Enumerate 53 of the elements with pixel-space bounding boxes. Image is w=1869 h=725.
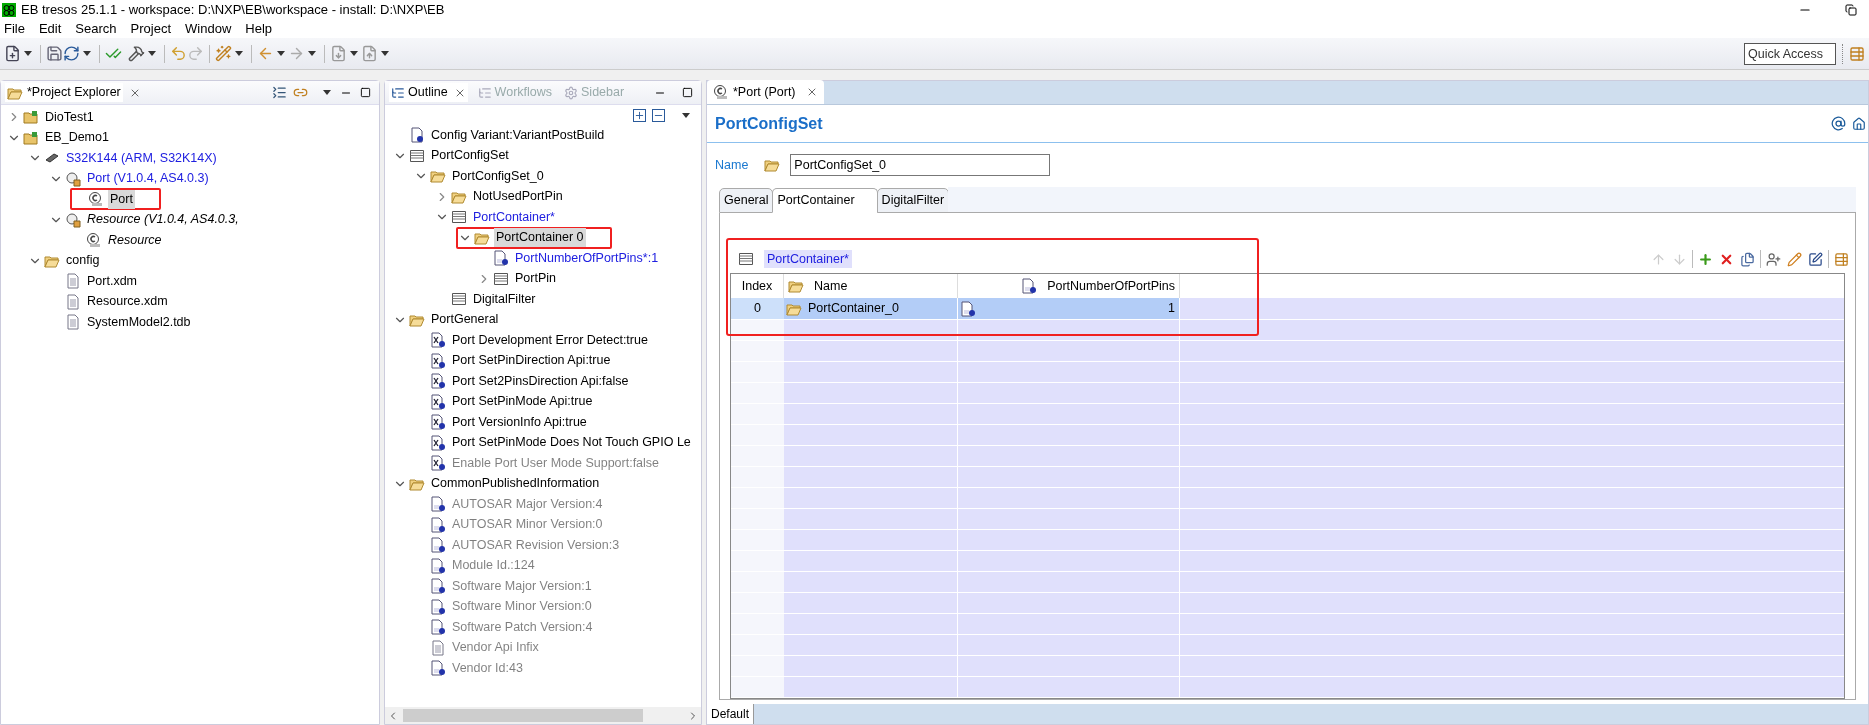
tree-item[interactable]: Port (V1.0.4, AS4.0.3) xyxy=(85,169,211,189)
tree-item[interactable]: Port SetPinDirection Api:true xyxy=(450,351,613,371)
table-cell-text: 1 xyxy=(1168,300,1176,318)
tree-item[interactable]: DioTest1 xyxy=(43,107,96,127)
section-heading: PortConfigSet xyxy=(715,113,823,134)
tree-item[interactable]: Port VersionInfo Api:true xyxy=(450,412,589,432)
tree-item[interactable]: PortConfigSet_0 xyxy=(450,166,546,186)
tree-item[interactable]: Port SetPinMode Api:true xyxy=(450,392,595,412)
table-row[interactable]: 0 PortContainer_0 1 xyxy=(731,298,1844,319)
tree-item[interactable]: Port Set2PinsDirection Api:false xyxy=(450,371,631,391)
tree-item[interactable]: PortContainer 0 xyxy=(494,228,586,248)
quick-access-field[interactable]: Quick Access xyxy=(1744,42,1836,65)
tree-item[interactable]: NotUsedPortPin xyxy=(471,187,565,207)
menu-item[interactable]: Search xyxy=(75,19,117,39)
tree-item[interactable]: PortPin xyxy=(513,269,558,289)
tree-item[interactable]: Config Variant:VariantPostBuild xyxy=(429,125,607,145)
tree-item[interactable]: config xyxy=(64,251,102,271)
tree-item[interactable]: S32K144 (ARM, S32K14X) xyxy=(64,148,219,168)
tree-item[interactable]: Port SetPinMode Does Not Touch GPIO Le xyxy=(450,433,693,453)
tree-item[interactable]: PortConfigSet xyxy=(429,146,511,166)
project-explorer-tab[interactable]: *Project Explorer xyxy=(5,83,123,102)
tree-item[interactable]: SystemModel2.tdb xyxy=(85,312,193,332)
menu-item[interactable]: File xyxy=(4,19,25,39)
tree-item[interactable]: Resource xyxy=(106,230,164,250)
menu-item[interactable]: Edit xyxy=(38,19,62,39)
tree-item[interactable]: EB_Demo1 xyxy=(43,128,111,148)
tree-item[interactable]: PortGeneral xyxy=(429,310,501,330)
tree-item[interactable]: Port xyxy=(108,189,135,209)
table-cell-text: PortContainer_0 xyxy=(808,300,900,318)
column-header[interactable]: PortNumberOfPortPins xyxy=(1047,276,1175,296)
tree-item[interactable]: Port.xdm xyxy=(85,271,139,291)
table-cell: 0 xyxy=(731,298,784,319)
tree-item[interactable]: Port Development Error Detect:true xyxy=(450,330,650,350)
editor-tab[interactable]: *Port (Port) xyxy=(707,80,824,104)
tree-item[interactable]: PortContainer* xyxy=(471,207,557,227)
form-tab[interactable]: PortContainer xyxy=(772,188,878,213)
column-header[interactable]: Name xyxy=(814,276,848,296)
menu-item[interactable]: Window xyxy=(185,19,232,39)
field-label: Name xyxy=(715,156,749,174)
tree-item[interactable]: Resource.xdm xyxy=(85,292,170,312)
name-field[interactable]: PortConfigSet_0 xyxy=(790,154,1051,176)
bottom-tab[interactable]: Default xyxy=(707,704,755,724)
form-tab[interactable]: General xyxy=(719,188,774,213)
menu-item[interactable]: Help xyxy=(245,19,273,39)
menu-item[interactable]: Project xyxy=(130,19,172,39)
tree-item[interactable]: PortNumberOfPortPins*:1 xyxy=(513,248,661,268)
tree-item[interactable]: DigitalFilter xyxy=(471,289,538,309)
form-tab[interactable]: DigitalFilter xyxy=(876,188,950,213)
tree-item[interactable]: Resource (V1.0.4, AS4.0.3, xyxy=(85,210,241,230)
window-title: EB tresos 25.1.1 - workspace: D:\NXP\EB\workspace - install: D:\NXP\EB xyxy=(21,1,445,20)
panel-tab[interactable]: Outline xyxy=(389,83,468,102)
tree-item[interactable]: CommonPublishedInformation xyxy=(429,474,602,494)
table-title: PortContainer* xyxy=(764,249,852,269)
